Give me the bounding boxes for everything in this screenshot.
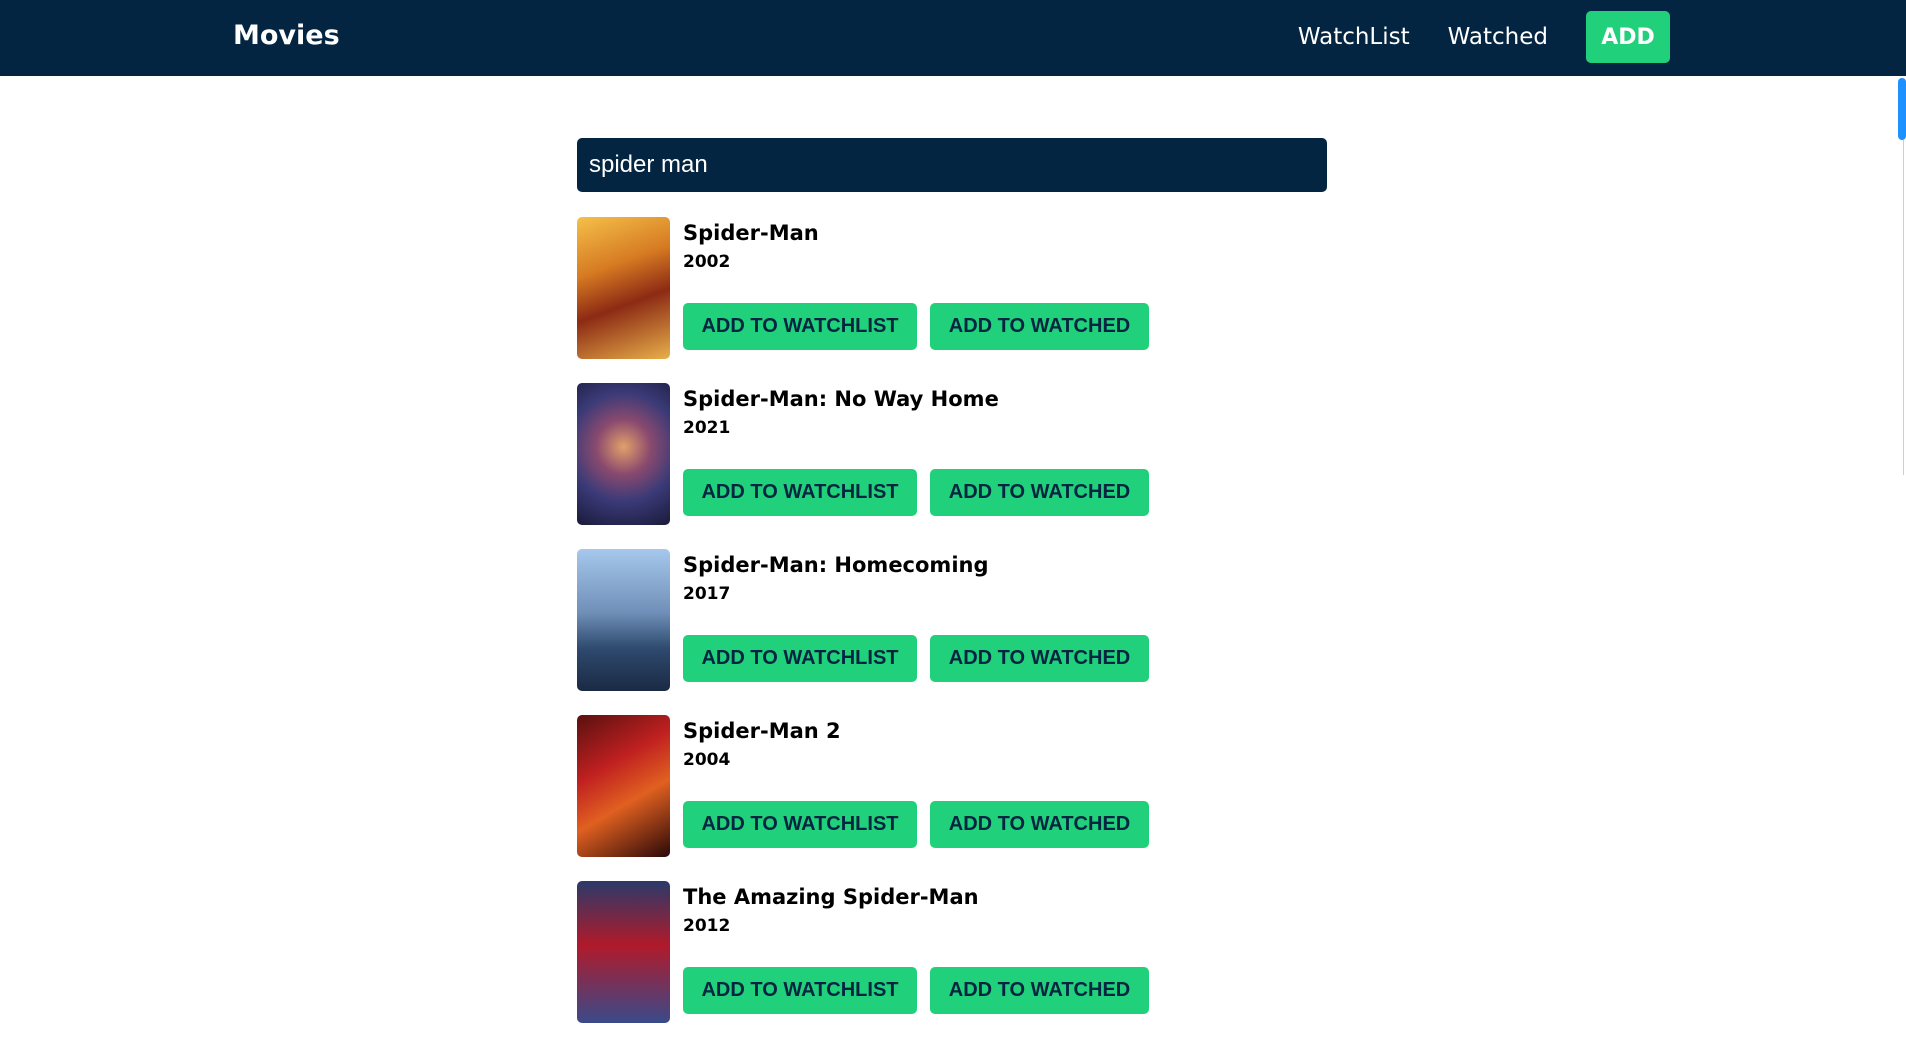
movie-poster [577, 383, 670, 525]
add-to-watchlist-button[interactable]: ADD TO WATCHLIST [683, 635, 917, 682]
movie-title: Spider-Man 2 [683, 719, 841, 743]
scrollbar-thumb[interactable] [1898, 78, 1906, 140]
movie-year: 2002 [683, 252, 731, 272]
list-item: The Amazing Spider-Man 2012 ADD TO WATCH… [577, 881, 1327, 1023]
movie-poster [577, 881, 670, 1023]
brand-logo[interactable]: Movies [233, 18, 340, 54]
movie-poster [577, 549, 670, 691]
add-to-watchlist-button[interactable]: ADD TO WATCHLIST [683, 801, 917, 848]
nav-link-watched[interactable]: Watched [1448, 24, 1548, 50]
search-input[interactable] [577, 138, 1327, 192]
scrollbar-divider [1903, 140, 1904, 475]
list-item: Spider-Man: Homecoming 2017 ADD TO WATCH… [577, 549, 1327, 691]
add-to-watchlist-button[interactable]: ADD TO WATCHLIST [683, 469, 917, 516]
movie-poster [577, 715, 670, 857]
add-to-watchlist-button[interactable]: ADD TO WATCHLIST [683, 303, 917, 350]
add-to-watchlist-button[interactable]: ADD TO WATCHLIST [683, 967, 917, 1014]
movie-year: 2021 [683, 418, 731, 438]
add-to-watched-button[interactable]: ADD TO WATCHED [930, 469, 1149, 516]
list-item: Spider-Man: No Way Home 2021 ADD TO WATC… [577, 383, 1327, 525]
movie-year: 2004 [683, 750, 731, 770]
movie-title: Spider-Man: No Way Home [683, 387, 999, 411]
add-to-watched-button[interactable]: ADD TO WATCHED [930, 967, 1149, 1014]
nav-links: WatchList Watched ADD [1298, 11, 1670, 63]
scrollbar[interactable] [1894, 76, 1906, 955]
navbar: Movies WatchList Watched ADD [0, 0, 1906, 76]
results-list: Spider-Man 2002 ADD TO WATCHLIST ADD TO … [577, 217, 1327, 1047]
movie-title: Spider-Man [683, 221, 819, 245]
add-to-watched-button[interactable]: ADD TO WATCHED [930, 303, 1149, 350]
movie-year: 2017 [683, 584, 731, 604]
movie-poster [577, 217, 670, 359]
list-item: Spider-Man 2 2004 ADD TO WATCHLIST ADD T… [577, 715, 1327, 857]
movie-title: Spider-Man: Homecoming [683, 553, 989, 577]
movie-title: The Amazing Spider-Man [683, 885, 979, 909]
nav-link-watchlist[interactable]: WatchList [1298, 24, 1410, 50]
movie-year: 2012 [683, 916, 731, 936]
add-to-watched-button[interactable]: ADD TO WATCHED [930, 635, 1149, 682]
list-item: Spider-Man 2002 ADD TO WATCHLIST ADD TO … [577, 217, 1327, 359]
add-button[interactable]: ADD [1586, 11, 1670, 63]
add-to-watched-button[interactable]: ADD TO WATCHED [930, 801, 1149, 848]
